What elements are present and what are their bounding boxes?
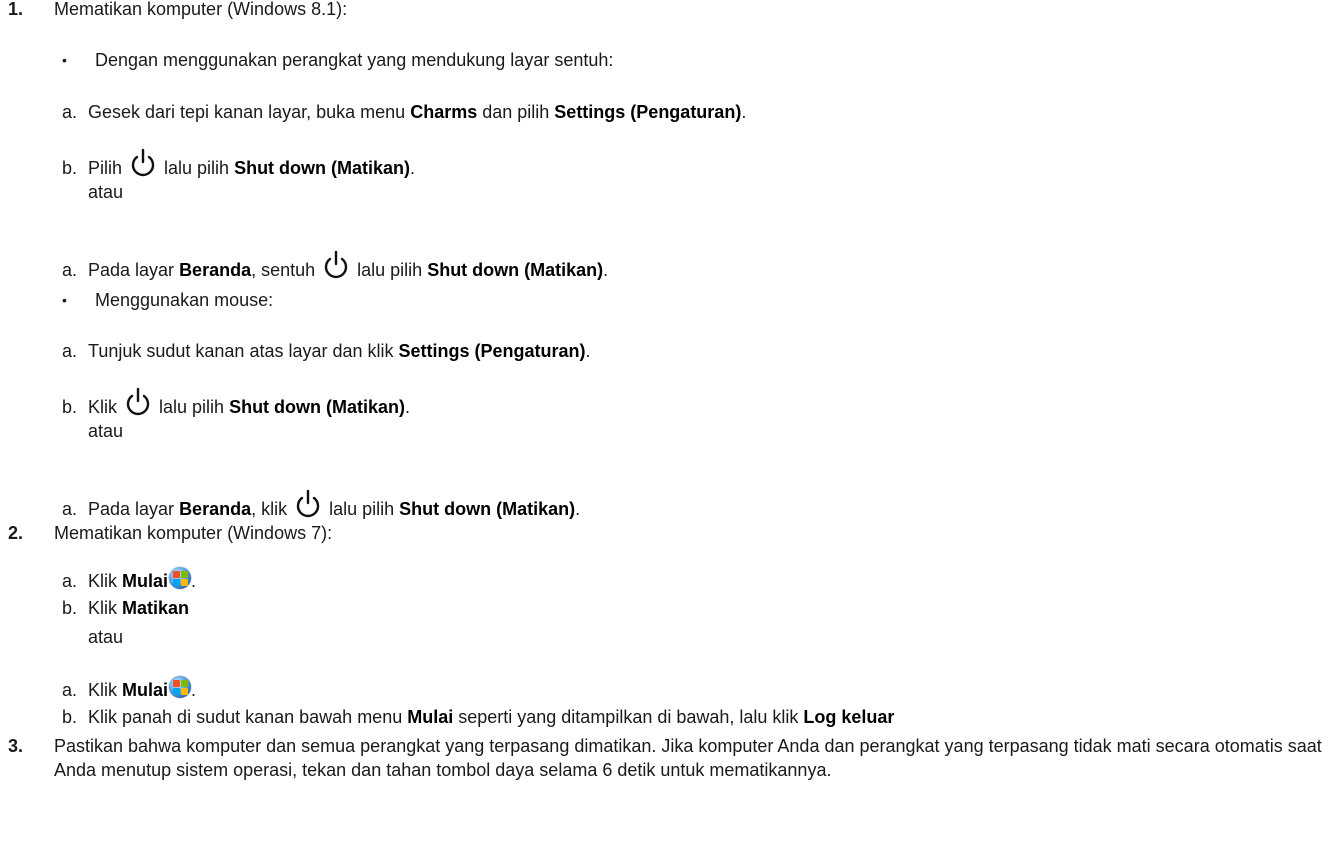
mouse-bullet-text: Menggunakan mouse: (95, 290, 274, 310)
power-icon (131, 148, 155, 177)
windows-start-orb-icon (169, 676, 192, 698)
win7-step-a-alt: a. Klik Mulai. (62, 676, 196, 702)
mouse-step-a: a. Tunjuk sudut kanan atas layar dan klik… (62, 341, 591, 361)
step-3-text: Pastikan bahwa komputer dan semua perang… (54, 736, 1322, 780)
mouse-step-a-alt: a. Pada layar Beranda, klik lalu pilih Shu… (62, 489, 580, 521)
power-icon (126, 387, 150, 416)
touch-step-a: a. Gesek dari tepi kanan layar, buka menu… (62, 102, 747, 122)
touch-step-b: b. Pilih lalu pilih Shut down (Matikan). (62, 148, 415, 180)
touch-step-a-alt: a. Pada layar Beranda, sentuh lalu pilih S… (62, 250, 608, 282)
step-number-3: 3. (8, 736, 24, 756)
bullet-marker: • (62, 292, 67, 308)
or-text: atau (88, 421, 124, 441)
mouse-step-b: b. Klik lalu pilih Shut down (Matikan). (62, 387, 410, 419)
or-text: atau (88, 182, 124, 202)
power-icon (296, 489, 320, 518)
or-text: atau (88, 627, 124, 647)
step-number-1: 1. (8, 0, 24, 19)
document-page: { "steps": { "s1": { "num": "1.", "title… (0, 0, 1339, 855)
win7-step-b-alt: b. Klik panah di sudut kanan bawah menu M… (62, 707, 895, 727)
win7-step-b: b. Klik Matikan (62, 598, 190, 618)
touch-bullet-text: Dengan menggunakan perangkat yang menduk… (95, 50, 614, 70)
step-1-title: Mematikan komputer (Windows 8.1): (54, 0, 348, 19)
step-number-2: 2. (8, 523, 24, 543)
win7-step-a: a. Klik Mulai. (62, 567, 196, 593)
windows-start-orb-icon (169, 567, 192, 589)
bullet-marker: • (62, 52, 67, 68)
step-2-title: Mematikan komputer (Windows 7): (54, 523, 333, 543)
power-icon (325, 250, 348, 279)
